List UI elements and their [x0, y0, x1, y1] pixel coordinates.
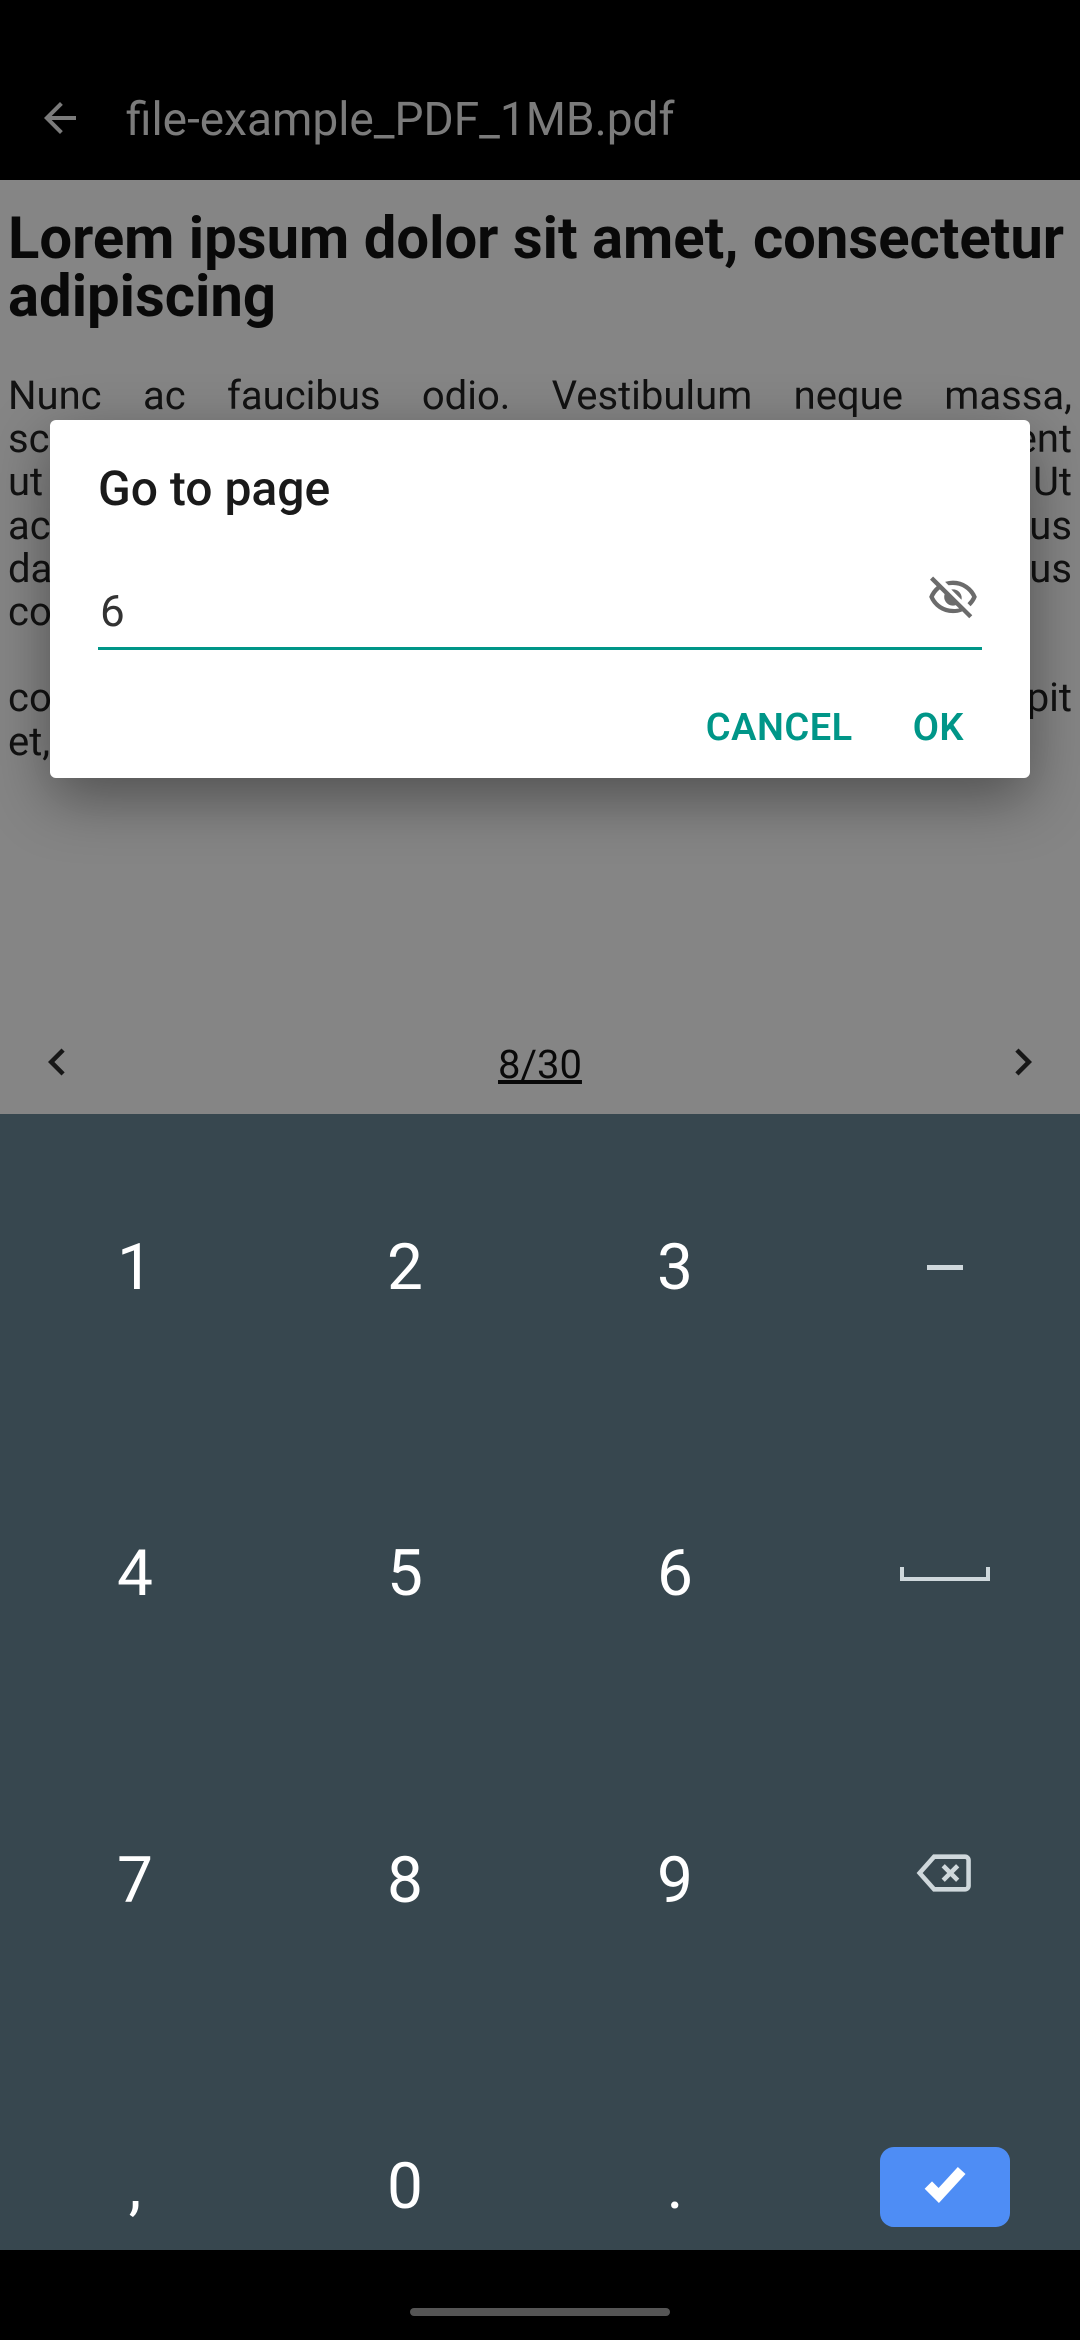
status-bar [0, 0, 1080, 60]
page-number-input[interactable] [98, 577, 982, 650]
go-to-page-dialog: Go to page CANCEL OK [50, 420, 1030, 778]
space-icon [900, 1567, 990, 1581]
key-label: 4 [117, 1536, 153, 1611]
key-6[interactable]: 6 [540, 1421, 810, 1728]
key-4[interactable]: 4 [0, 1421, 270, 1728]
key-7[interactable]: 7 [0, 1727, 270, 2034]
dialog-title: Go to page [98, 460, 982, 517]
key-backspace[interactable] [810, 1727, 1080, 2034]
key-label: . [667, 2149, 684, 2224]
dialog-actions: CANCEL OK [98, 706, 982, 750]
system-nav-bar [0, 2250, 1080, 2340]
key-label: 2 [387, 1230, 423, 1305]
key-label: 0 [387, 2149, 423, 2224]
key-9[interactable]: 9 [540, 1727, 810, 2034]
dash-icon [927, 1265, 963, 1270]
key-space[interactable] [810, 1421, 1080, 1728]
key-label: 5 [387, 1536, 423, 1611]
key-3[interactable]: 3 [540, 1114, 810, 1421]
key-label: 8 [387, 1843, 423, 1918]
key-label: 9 [657, 1843, 693, 1918]
key-label: 1 [117, 1230, 153, 1305]
key-label: 7 [117, 1843, 153, 1918]
page-number-field [98, 577, 982, 650]
backspace-icon [916, 1843, 974, 1918]
cancel-button[interactable]: CANCEL [706, 706, 853, 750]
key-8[interactable]: 8 [270, 1727, 540, 2034]
ok-button[interactable]: OK [913, 706, 964, 750]
key-dash[interactable] [810, 1114, 1080, 1421]
key-label: 3 [657, 1230, 693, 1305]
key-1[interactable]: 1 [0, 1114, 270, 1421]
key-label: 6 [657, 1536, 693, 1611]
key-label: , [129, 2149, 142, 2224]
key-5[interactable]: 5 [270, 1421, 540, 1728]
key-2[interactable]: 2 [270, 1114, 540, 1421]
visibility-toggle[interactable] [924, 571, 982, 629]
visibility-off-icon [927, 572, 979, 628]
nav-handle[interactable] [410, 2308, 670, 2316]
numeric-keypad: 1 2 3 4 5 6 7 8 9 , 0 . [0, 1114, 1080, 2340]
check-icon [920, 2149, 970, 2224]
enter-button [880, 2147, 1010, 2227]
